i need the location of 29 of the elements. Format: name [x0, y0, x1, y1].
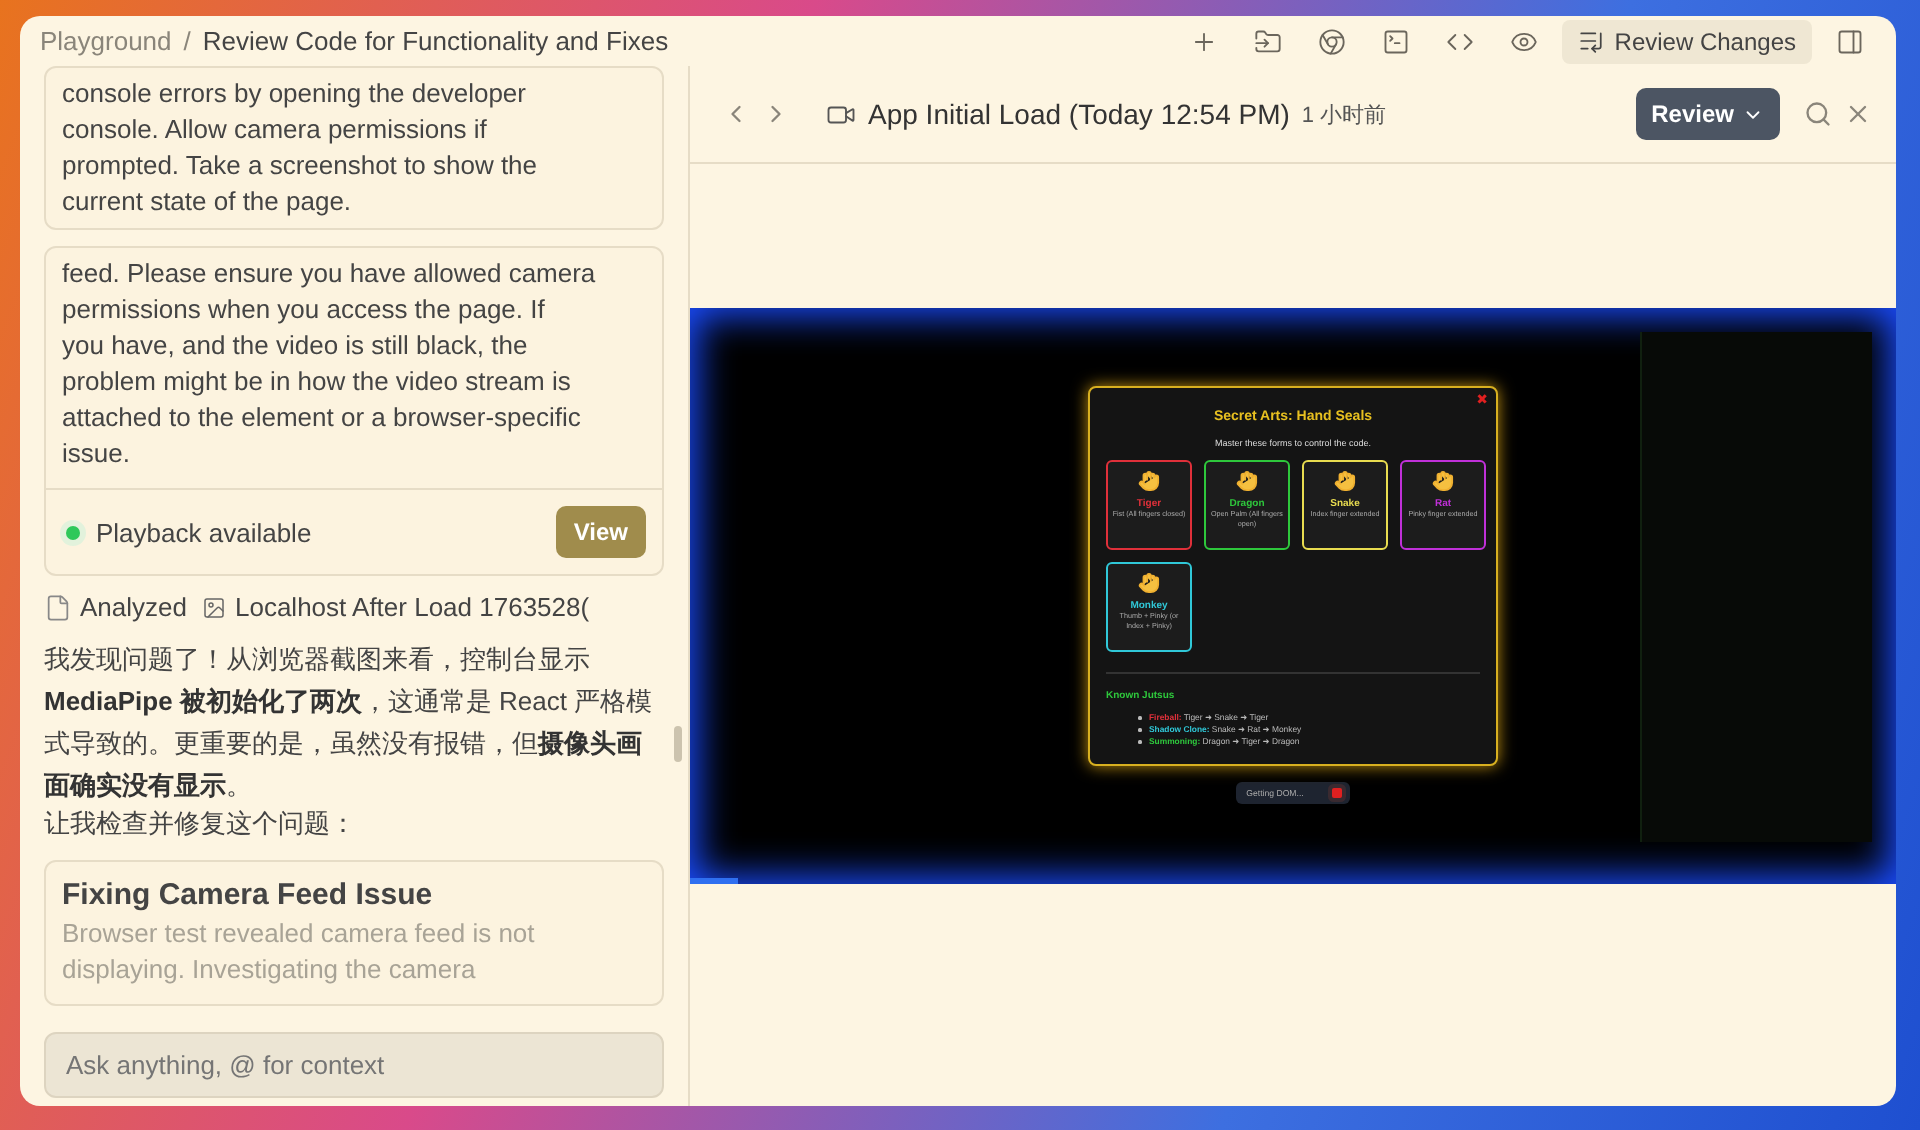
- search-icon[interactable]: [1804, 100, 1832, 128]
- hand-icon: [1236, 470, 1258, 492]
- breadcrumb-item[interactable]: Review Code for Functionality and Fixes: [202, 26, 669, 56]
- hand-icon: [1138, 470, 1160, 492]
- playback-status: Playback available: [96, 517, 314, 547]
- scrollbar-thumb[interactable]: [674, 726, 682, 762]
- recording-time: 1 小时前: [1301, 101, 1387, 129]
- close-icon[interactable]: [1844, 100, 1872, 128]
- task-description: Browser test revealed camera feed is not displaying. Investigating the camera: [60, 916, 537, 988]
- review-changes-button[interactable]: Review Changes: [1562, 19, 1812, 63]
- list-icon: [1578, 28, 1605, 54]
- image-icon: [202, 595, 227, 619]
- hand-icon: [1138, 572, 1160, 594]
- status-dot-icon: [66, 525, 80, 539]
- analyzed-label: Analyzed: [80, 592, 187, 622]
- breadcrumb-separator: /: [183, 26, 191, 56]
- result-text: feed. Please ensure you have allowed camera permissions when you access the page. If you have, and the video is still black, the problem might be in how the video stream is attached to the element or a browser-specific issue.: [60, 256, 598, 472]
- hand-icon: [1334, 470, 1356, 492]
- message-paragraph: 我发现问题了！从浏览器截图来看，控制台显示 MediaPipe 被初始化了两次，这通常是 React 严格模式导致的。更重要的是，虽然没有报错，但摄像头画面确实没有显示。: [44, 642, 655, 804]
- hand-icon: [1432, 470, 1454, 492]
- review-button[interactable]: Review: [1635, 88, 1780, 140]
- task-title: Fixing Camera Feed Issue: [60, 876, 435, 916]
- recording-title: App Initial Load (Today 12:54 PM): [868, 98, 1290, 130]
- message-paragraph: 让我检查并修复这个问题：: [44, 806, 358, 842]
- file-icon: [44, 593, 72, 621]
- file-link[interactable]: Localhost After Load 1763528(: [234, 592, 590, 622]
- chat-input[interactable]: Ask anything, @ for context: [44, 1032, 664, 1098]
- message-text: console errors by opening the developer console. Allow camera permissions if prompted. Take a screenshot to show the current state of the page.: [60, 76, 540, 220]
- stop-icon[interactable]: [1331, 788, 1342, 798]
